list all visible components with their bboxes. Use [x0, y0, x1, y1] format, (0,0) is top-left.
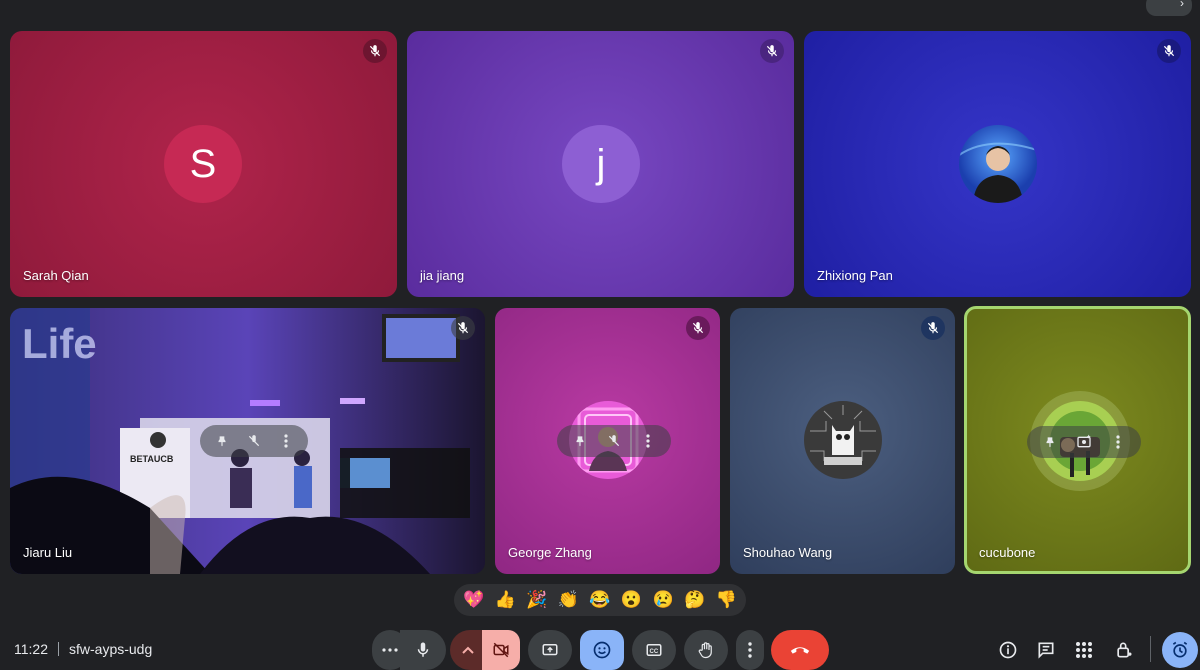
- reaction-surprised[interactable]: 😮: [617, 586, 647, 614]
- mic-off-icon: [921, 316, 945, 340]
- pin-icon[interactable]: [568, 429, 592, 453]
- self-view-thumbnail[interactable]: ›: [1146, 0, 1192, 16]
- reaction-clap[interactable]: 👏: [553, 586, 583, 614]
- hand-icon: [698, 642, 712, 659]
- camera-off-icon: [493, 642, 509, 658]
- reactions-bar: 💖 👍 🎉 👏 😂 😮 😢 🤔 👎: [454, 584, 746, 616]
- meeting-details-button[interactable]: [994, 636, 1022, 664]
- more-options-icon[interactable]: [274, 429, 298, 453]
- camera-options-button[interactable]: [450, 630, 486, 670]
- emoji-icon: [593, 641, 611, 659]
- meeting-info: 11:22 sfw-ayps-udg: [14, 641, 152, 657]
- pin-icon[interactable]: [210, 429, 234, 453]
- visual-effects-icon[interactable]: [1072, 430, 1096, 454]
- info-icon: [999, 641, 1017, 659]
- mute-icon[interactable]: [242, 429, 266, 453]
- tile-hover-controls: [557, 425, 671, 457]
- host-controls-button[interactable]: [1110, 636, 1138, 664]
- participant-name: cucubone: [979, 545, 1036, 560]
- reaction-laugh[interactable]: 😂: [585, 586, 615, 614]
- mic-off-icon: [451, 316, 475, 340]
- mic-off-icon: [363, 39, 387, 63]
- svg-text:Life: Life: [22, 320, 97, 367]
- reaction-thumbs-up[interactable]: 👍: [490, 586, 520, 614]
- participant-tile-cucubone[interactable]: cucubone: [964, 306, 1191, 574]
- reactions-button[interactable]: [580, 630, 624, 670]
- avatar: [959, 125, 1037, 203]
- activities-button[interactable]: [1070, 636, 1098, 664]
- avatar: j: [562, 125, 640, 203]
- pin-icon[interactable]: [1038, 430, 1062, 454]
- chat-icon: [1038, 642, 1054, 659]
- mic-off-icon: [760, 39, 784, 63]
- avatar: [804, 401, 882, 479]
- participant-tile-shouhao-wang[interactable]: Shouhao Wang: [730, 308, 955, 574]
- avatar: S: [164, 125, 242, 203]
- more-options-icon[interactable]: [1106, 430, 1130, 454]
- apps-grid-icon: [1076, 642, 1092, 658]
- present-screen-icon: [542, 644, 558, 656]
- participant-name: Shouhao Wang: [743, 545, 833, 560]
- alarm-icon: [1172, 641, 1188, 658]
- camera-button[interactable]: [482, 630, 520, 670]
- mic-off-icon: [686, 316, 710, 340]
- timer-button[interactable]: [1162, 632, 1198, 668]
- meeting-time: 11:22: [14, 641, 48, 657]
- present-screen-button[interactable]: [528, 630, 572, 670]
- leave-call-button[interactable]: [771, 630, 829, 670]
- divider: [58, 642, 59, 656]
- mute-icon[interactable]: [602, 429, 626, 453]
- more-options-icon[interactable]: [636, 429, 660, 453]
- reaction-party[interactable]: 🎉: [522, 586, 552, 614]
- more-options-button[interactable]: [736, 630, 764, 670]
- participant-tile-sarah-qian[interactable]: S Sarah Qian: [10, 31, 397, 297]
- participant-name: Jiaru Liu: [23, 545, 73, 560]
- participant-tile-jia-jiang[interactable]: j jia jiang: [407, 31, 794, 297]
- participant-name: jia jiang: [420, 268, 465, 283]
- more-horizontal-icon: [382, 648, 398, 652]
- participant-name: Sarah Qian: [23, 268, 89, 283]
- participant-tile-zhixiong-pan[interactable]: Zhixiong Pan: [804, 31, 1191, 297]
- svg-text:CC: CC: [650, 649, 659, 655]
- captions-icon: CC: [646, 644, 662, 656]
- chat-button[interactable]: [1032, 636, 1060, 664]
- reaction-heart[interactable]: 💖: [459, 586, 489, 614]
- divider: [1150, 636, 1151, 662]
- lock-person-icon: [1117, 642, 1132, 658]
- mic-off-icon: [1157, 39, 1181, 63]
- meeting-code: sfw-ayps-udg: [69, 641, 153, 657]
- participant-tile-jiaru-liu[interactable]: Life BETAUCB Jiaru Liu: [10, 308, 485, 574]
- microphone-button[interactable]: [400, 630, 446, 670]
- chevron-up-icon: [462, 646, 474, 654]
- end-call-icon: [790, 647, 810, 654]
- more-vertical-icon: [748, 642, 752, 658]
- raise-hand-button[interactable]: [684, 630, 728, 670]
- reaction-sad[interactable]: 😢: [648, 586, 678, 614]
- microphone-icon: [417, 642, 429, 657]
- tile-hover-controls: [200, 425, 308, 457]
- stage-banner-text: BETAUCB: [130, 454, 174, 464]
- reaction-thumbs-down[interactable]: 👎: [711, 586, 741, 614]
- more-icon: ›: [1180, 0, 1184, 10]
- captions-button[interactable]: CC: [632, 630, 676, 670]
- participant-name: Zhixiong Pan: [817, 268, 893, 283]
- reaction-thinking[interactable]: 🤔: [680, 586, 710, 614]
- tile-hover-controls: [1027, 426, 1141, 458]
- participant-name: George Zhang: [508, 545, 592, 560]
- participant-tile-george-zhang[interactable]: George Zhang: [495, 308, 720, 574]
